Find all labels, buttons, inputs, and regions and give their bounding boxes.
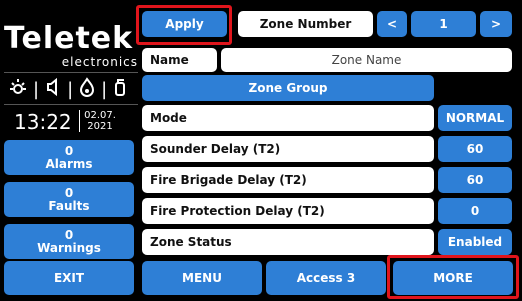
sounder-delay-label: Sounder Delay (T2) — [142, 136, 434, 162]
extinguisher-icon — [112, 77, 128, 102]
mode-label: Mode — [142, 105, 434, 131]
zone-number-value[interactable]: 1 — [411, 11, 476, 37]
alarms-count: 0 — [64, 143, 74, 158]
apply-button[interactable]: Apply — [142, 11, 227, 37]
speaker-icon — [44, 77, 62, 102]
alarms-button[interactable]: 0 Alarms — [4, 140, 134, 175]
zone-status-value[interactable]: Enabled — [438, 229, 512, 255]
zone-number-label: Zone Number — [238, 11, 373, 37]
zone-next-button[interactable]: > — [480, 11, 512, 37]
name-label: Name — [142, 48, 217, 72]
brand-name: Teletek — [4, 21, 134, 56]
fire-icon — [78, 76, 96, 102]
fire-brigade-delay-label: Fire Brigade Delay (T2) — [142, 167, 434, 193]
date-year: 2021 — [87, 121, 113, 132]
menu-button[interactable]: MENU — [142, 261, 262, 295]
clock-divider — [79, 110, 80, 132]
chevron-left-icon: < — [386, 17, 398, 31]
sun-icon — [8, 77, 28, 102]
zone-status-label: Zone Status — [142, 229, 434, 255]
brand-subtitle: electronics — [61, 55, 138, 69]
date-day-month: 02.07. — [84, 110, 116, 121]
fire-protection-delay-label: Fire Protection Delay (T2) — [142, 198, 434, 224]
warnings-button[interactable]: 0 Warnings — [4, 224, 134, 259]
brand-logo: Teletek — [4, 24, 140, 54]
chevron-right-icon: > — [490, 17, 502, 31]
more-button[interactable]: MORE — [393, 261, 513, 295]
zone-group-button[interactable]: Zone Group — [142, 75, 434, 101]
icon-separator: | — [101, 78, 108, 100]
fire-brigade-delay-value[interactable]: 60 — [438, 167, 512, 193]
faults-count: 0 — [64, 185, 74, 200]
exit-button[interactable]: EXIT — [4, 261, 134, 295]
sounder-delay-value[interactable]: 60 — [438, 136, 512, 162]
mode-value-button[interactable]: NORMAL — [438, 105, 512, 131]
access-level-button[interactable]: Access 3 — [266, 261, 386, 295]
divider — [4, 72, 138, 73]
fire-protection-delay-value[interactable]: 0 — [438, 198, 512, 224]
faults-button[interactable]: 0 Faults — [4, 182, 134, 217]
status-icons: | | | — [8, 76, 138, 102]
zone-prev-button[interactable]: < — [377, 11, 407, 37]
divider — [4, 104, 138, 105]
clock-time: 13:22 — [14, 110, 72, 134]
zone-name-input[interactable]: Zone Name — [221, 48, 512, 72]
warnings-count: 0 — [64, 227, 74, 242]
icon-separator: | — [67, 78, 74, 100]
icon-separator: | — [33, 78, 40, 100]
alarms-label: Alarms — [45, 156, 93, 171]
warnings-label: Warnings — [37, 240, 101, 255]
faults-label: Faults — [48, 198, 90, 213]
clock-date: 02.07. 2021 — [82, 110, 118, 132]
